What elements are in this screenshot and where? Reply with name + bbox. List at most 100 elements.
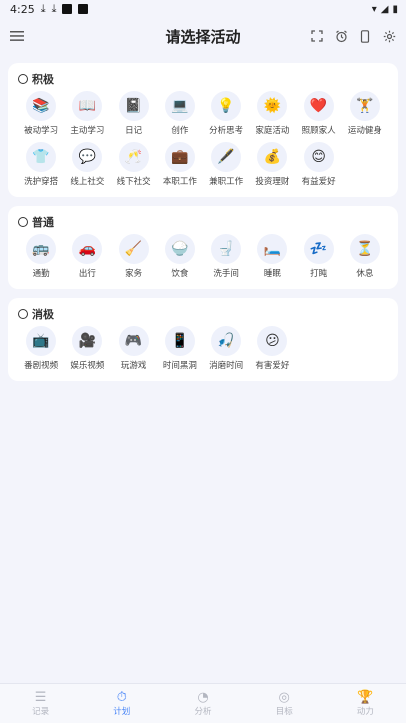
tab-plan[interactable]: ⏱ 计划 xyxy=(81,684,162,723)
activity-item[interactable]: 🖋️ 兼职工作 xyxy=(203,142,249,191)
download-icon: ⤓ xyxy=(51,2,57,15)
activity-label: 日记 xyxy=(125,126,143,136)
activity-item[interactable]: 🛏️ 睡眠 xyxy=(249,234,295,283)
activity-label: 有害爱好 xyxy=(255,361,290,371)
download-icon: ⤓ xyxy=(40,2,46,15)
activity-item[interactable]: 🎥 娱乐视频 xyxy=(64,326,110,375)
activity-item[interactable]: 👕 洗护穿搭 xyxy=(18,142,64,191)
activity-label: 饮食 xyxy=(171,269,189,279)
activity-label: 照顾家人 xyxy=(301,126,336,136)
activity-label: 洗护穿搭 xyxy=(24,177,59,187)
section-header: 积极 xyxy=(18,71,388,87)
activity-icon: 💼 xyxy=(164,142,195,172)
activity-item[interactable]: 📱 时间黑洞 xyxy=(157,326,203,375)
tab-goal[interactable]: ◎ 目标 xyxy=(244,684,325,723)
activity-icon: 👕 xyxy=(26,142,57,172)
activity-item[interactable]: 📓 日记 xyxy=(111,91,157,140)
wifi-icon: ▾ xyxy=(371,3,377,15)
activity-section-positive: 积极 📚 被动学习 📖 主动学习 📓 日记 💻 创作 💡 分析思考 🌞 家庭活动 ❤️ 照顾家人 🏋️ 运动健身… xyxy=(8,63,398,197)
activity-icon: 😊 xyxy=(303,142,334,172)
goal-icon: ◎ xyxy=(278,689,290,705)
tab-label: 动力 xyxy=(356,706,374,717)
motivation-icon: 🏆 xyxy=(357,689,374,705)
activity-icon: 🚗 xyxy=(72,234,103,264)
activity-icon: 🧹 xyxy=(118,234,149,264)
activity-icon: 🚌 xyxy=(26,234,57,264)
activity-item[interactable]: 💰 投资理财 xyxy=(249,142,295,191)
tab-label: 分析 xyxy=(194,706,212,717)
section-title: 积极 xyxy=(32,73,54,86)
activity-item[interactable]: 🧹 家务 xyxy=(111,234,157,283)
activity-item[interactable]: 🥂 线下社交 xyxy=(111,142,157,191)
phone-icon[interactable] xyxy=(358,29,372,43)
bottom-tab-bar: ☰ 记录 ⏱ 计划 ◔ 分析 ◎ 目标 🏆 动力 xyxy=(0,683,406,723)
activity-icon: ❤️ xyxy=(303,91,334,121)
activity-grid: 📺 番剧视频 🎥 娱乐视频 🎮 玩游戏 📱 时间黑洞 🎣 消磨时间 😕 有害爱好 xyxy=(18,326,388,375)
activity-icon: 🌞 xyxy=(257,91,288,121)
activity-label: 兼职工作 xyxy=(209,177,244,187)
activity-icon: 📓 xyxy=(118,91,149,121)
activity-label: 娱乐视频 xyxy=(70,361,105,371)
fullscreen-icon[interactable] xyxy=(310,29,324,43)
activity-label: 主动学习 xyxy=(70,126,105,136)
activity-item[interactable]: 🍚 饮食 xyxy=(157,234,203,283)
activity-icon: 📚 xyxy=(26,91,57,121)
battery-icon: ▮ xyxy=(392,3,398,15)
activity-label: 线上社交 xyxy=(70,177,105,187)
activity-item[interactable]: 😊 有益爱好 xyxy=(296,142,342,191)
tab-record[interactable]: ☰ 记录 xyxy=(0,684,81,723)
smile-icon xyxy=(18,74,28,84)
activity-item[interactable]: 🎣 消磨时间 xyxy=(203,326,249,375)
activity-item[interactable]: 🚌 通勤 xyxy=(18,234,64,283)
section-title: 普通 xyxy=(32,216,54,229)
activity-item[interactable]: 📚 被动学习 xyxy=(18,91,64,140)
tab-motivation[interactable]: 🏆 动力 xyxy=(325,684,406,723)
activity-icon: 💤 xyxy=(303,234,334,264)
activity-icon: 🚽 xyxy=(211,234,242,264)
tab-analysis[interactable]: ◔ 分析 xyxy=(162,684,243,723)
activity-label: 家务 xyxy=(125,269,143,279)
activity-item[interactable]: 🏋️ 运动健身 xyxy=(342,91,388,140)
activity-item[interactable]: 🌞 家庭活动 xyxy=(249,91,295,140)
activity-item[interactable]: 💡 分析思考 xyxy=(203,91,249,140)
activity-item[interactable]: ⏳ 休息 xyxy=(342,234,388,283)
notification-icon xyxy=(78,4,89,14)
activity-item[interactable]: ❤️ 照顾家人 xyxy=(296,91,342,140)
record-icon: ☰ xyxy=(34,689,47,705)
activity-label: 投资理财 xyxy=(255,177,290,187)
activity-label: 家庭活动 xyxy=(255,126,290,136)
alarm-icon[interactable] xyxy=(334,29,348,43)
activity-icon: 🍚 xyxy=(164,234,195,264)
activity-icon: 📺 xyxy=(26,326,57,356)
activity-item[interactable]: 🎮 玩游戏 xyxy=(111,326,157,375)
settings-icon[interactable] xyxy=(382,29,396,43)
menu-icon[interactable] xyxy=(10,29,24,43)
activity-grid: 📚 被动学习 📖 主动学习 📓 日记 💻 创作 💡 分析思考 🌞 家庭活动 ❤️ 照顾家人 🏋️ 运动健身 👕 洗… xyxy=(18,91,388,191)
activity-icon: 📱 xyxy=(164,326,195,356)
activity-item[interactable]: 🚽 洗手间 xyxy=(203,234,249,283)
activity-label: 线下社交 xyxy=(116,177,151,187)
activity-label: 消磨时间 xyxy=(209,361,244,371)
activity-label: 番剧视频 xyxy=(24,361,59,371)
activity-item[interactable]: 📺 番剧视频 xyxy=(18,326,64,375)
activity-label: 本职工作 xyxy=(162,177,197,187)
activity-item[interactable]: 💤 打盹 xyxy=(296,234,342,283)
analysis-icon: ◔ xyxy=(197,689,209,705)
activity-label: 出行 xyxy=(78,269,96,279)
activity-item[interactable]: 🚗 出行 xyxy=(64,234,110,283)
activity-icon: 😕 xyxy=(257,326,288,356)
activity-item[interactable]: 😕 有害爱好 xyxy=(249,326,295,375)
activity-item[interactable]: 📖 主动学习 xyxy=(64,91,110,140)
activity-icon: 🖋️ xyxy=(211,142,242,172)
activity-label: 打盹 xyxy=(310,269,328,279)
activity-icon: 🛏️ xyxy=(257,234,288,264)
status-bar: 4:25 ⤓ ⤓ ▾ ◢ ▮ xyxy=(0,0,406,18)
activity-icon: 💬 xyxy=(72,142,103,172)
activity-label: 运动健身 xyxy=(347,126,382,136)
activity-label: 被动学习 xyxy=(24,126,59,136)
section-title: 消极 xyxy=(32,308,54,321)
activity-item[interactable]: 💻 创作 xyxy=(157,91,203,140)
status-time: 4:25 xyxy=(10,2,35,16)
activity-item[interactable]: 💼 本职工作 xyxy=(157,142,203,191)
activity-item[interactable]: 💬 线上社交 xyxy=(64,142,110,191)
